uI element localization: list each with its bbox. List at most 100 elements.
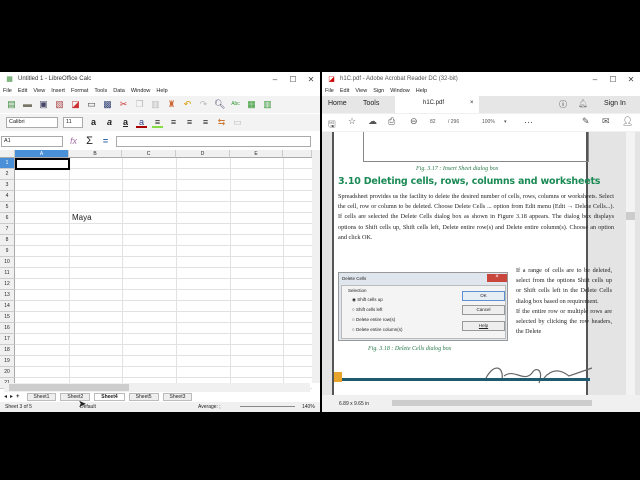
email-icon[interactable]: ✉ (602, 116, 610, 127)
sheet-tab-sheet3[interactable]: Sheet3 (162, 392, 193, 401)
save-icon[interactable]: ▣ (38, 99, 49, 110)
horizontal-scrollbar[interactable] (4, 383, 310, 392)
prev-sheet-icon[interactable]: ◂ (4, 393, 7, 400)
row-header-19[interactable]: 19 (0, 356, 15, 367)
row-header-5[interactable]: 5 (0, 202, 15, 213)
menu-edit[interactable]: Edit (340, 88, 349, 94)
print-icon[interactable]: ⎙ (388, 116, 395, 127)
row-header-3[interactable]: 3 (0, 180, 15, 191)
menu-help[interactable]: Help (156, 88, 167, 94)
column-header-f[interactable] (283, 150, 312, 158)
print-icon[interactable]: ▭ (86, 99, 97, 110)
row-header-14[interactable]: 14 (0, 301, 15, 312)
maximize-button[interactable]: ☐ (284, 75, 302, 84)
menu-format[interactable]: Format (71, 88, 88, 94)
page-number-input[interactable]: 82 (430, 119, 436, 125)
corner-select-all[interactable] (0, 150, 15, 158)
menu-edit[interactable]: Edit (18, 88, 27, 94)
paste-icon[interactable]: ▥ (150, 99, 161, 110)
open-icon[interactable]: ▬ (22, 99, 33, 110)
row-header-1[interactable]: 1 (0, 158, 15, 169)
menu-sign[interactable]: Sign (373, 88, 384, 94)
selected-cell-a1[interactable] (15, 158, 70, 170)
sum-icon[interactable]: Σ (84, 135, 95, 147)
function-wizard-icon[interactable]: fx (68, 136, 79, 147)
row-header-9[interactable]: 9 (0, 246, 15, 257)
fill-sign-icon[interactable]: ✎ (582, 116, 590, 127)
clone-icon[interactable]: ♜ (166, 99, 177, 110)
bold-icon[interactable]: a (88, 117, 99, 128)
zoom-dropdown[interactable]: 100% (482, 119, 495, 125)
help-icon[interactable]: ⓘ (559, 99, 567, 110)
column-header-c[interactable]: C (122, 150, 176, 158)
export-icon[interactable]: ▧ (54, 99, 65, 110)
menu-data[interactable]: Data (113, 88, 125, 94)
pdf-icon[interactable]: ◪ (70, 99, 81, 110)
redo-icon[interactable]: ↷ (198, 99, 209, 110)
cell-b6[interactable]: Maya (72, 213, 92, 222)
align-right-icon[interactable]: ≡ (200, 117, 211, 128)
add-sheet-icon[interactable]: + (16, 394, 20, 400)
spreadsheet-grid[interactable]: A B C D E 1 2 3 4 5 6 7 8 9 10 11 12 13 14 15 16 17 18 19 2… (0, 150, 312, 389)
merge-cells-icon[interactable]: ▭ (232, 117, 243, 128)
upload-cloud-icon[interactable]: ☁ (368, 116, 377, 127)
pdf-vertical-scrollbar[interactable] (626, 132, 635, 395)
column-header-b[interactable]: B (69, 150, 122, 158)
row-header-11[interactable]: 11 (0, 268, 15, 279)
menu-window[interactable]: Window (131, 88, 151, 94)
row-header-16[interactable]: 16 (0, 323, 15, 334)
italic-icon[interactable]: a (104, 117, 115, 128)
close-button[interactable]: ✕ (302, 75, 320, 84)
sign-in-button[interactable]: Sign In (604, 100, 626, 107)
minimize-button[interactable]: – (586, 75, 604, 84)
menu-view[interactable]: View (33, 88, 45, 94)
row-header-7[interactable]: 7 (0, 224, 15, 235)
column-header-e[interactable]: E (230, 150, 283, 158)
menu-help[interactable]: Help (416, 88, 427, 94)
find-icon[interactable]: 🔍︎ (214, 99, 225, 110)
more-tools-icon[interactable]: ⋯ (524, 117, 533, 128)
formula-icon[interactable]: = (100, 136, 111, 147)
tab-tools[interactable]: Tools (363, 100, 379, 107)
notifications-bell-icon[interactable]: 🔔︎ (578, 99, 588, 108)
formula-input[interactable] (116, 135, 311, 147)
row-header-4[interactable]: 4 (0, 191, 15, 202)
close-tab-icon[interactable]: × (470, 100, 474, 106)
menu-insert[interactable]: Insert (51, 88, 65, 94)
vertical-scrollbar[interactable] (312, 150, 320, 383)
minimize-button[interactable]: – (266, 75, 284, 84)
print-preview-icon[interactable]: ▩ (102, 99, 113, 110)
row-header-12[interactable]: 12 (0, 279, 15, 290)
share-user-icon[interactable]: 👤︎ (622, 116, 633, 127)
pdf-horizontal-scrollbar[interactable] (392, 400, 592, 406)
column-header-d[interactable]: D (176, 150, 230, 158)
underline-icon[interactable]: a (120, 117, 131, 128)
row-header-13[interactable]: 13 (0, 290, 15, 301)
row-header-18[interactable]: 18 (0, 345, 15, 356)
name-box[interactable]: A1 (1, 135, 63, 147)
tab-document[interactable]: h1C.pdf × (395, 96, 479, 113)
column-header-a[interactable]: A (15, 150, 69, 158)
row-header-10[interactable]: 10 (0, 257, 15, 268)
column-icon[interactable]: ▥ (262, 99, 273, 110)
tab-home[interactable]: Home (328, 100, 347, 107)
menu-window[interactable]: Window (390, 88, 410, 94)
row-header-6[interactable]: 6 (0, 213, 15, 224)
next-sheet-icon[interactable]: ▸ (10, 393, 13, 400)
zoom-slider[interactable] (240, 406, 295, 407)
menu-view[interactable]: View (355, 88, 367, 94)
close-button[interactable]: ✕ (622, 75, 640, 84)
zoom-out-icon[interactable]: ⊖ (410, 116, 418, 127)
row-header-2[interactable]: 2 (0, 169, 15, 180)
highlight-icon[interactable]: ≡ (152, 117, 163, 128)
copy-icon[interactable]: ❐ (134, 99, 145, 110)
wrap-text-icon[interactable]: ⇆ (216, 117, 227, 128)
maximize-button[interactable]: ☐ (604, 75, 622, 84)
sheet-tab-sheet1[interactable]: Sheet1 (26, 392, 57, 401)
bookmark-star-icon[interactable]: ☆ (348, 116, 356, 127)
undo-icon[interactable]: ↶ (182, 99, 193, 110)
sheet-tab-sheet4[interactable]: Sheet4 (94, 392, 125, 401)
align-center-icon[interactable]: ≡ (184, 117, 195, 128)
menu-file[interactable]: File (325, 88, 334, 94)
row-header-17[interactable]: 17 (0, 334, 15, 345)
